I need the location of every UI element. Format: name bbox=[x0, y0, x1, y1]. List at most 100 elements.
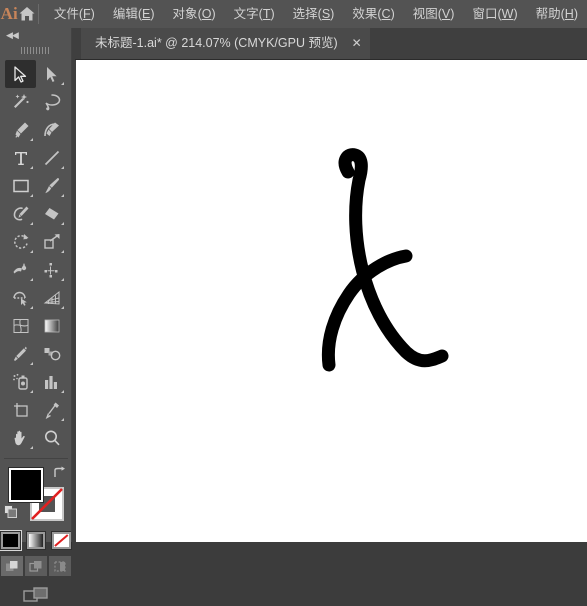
blend-tool[interactable] bbox=[36, 340, 67, 368]
eyedropper-tool[interactable] bbox=[5, 340, 36, 368]
width-tool[interactable] bbox=[5, 256, 36, 284]
zoom-tool[interactable] bbox=[36, 424, 67, 452]
tool-flyout-indicator bbox=[30, 222, 33, 225]
menu-label-object: 对象 bbox=[173, 7, 198, 21]
rectangle-tool[interactable] bbox=[5, 172, 36, 200]
menu-label-type: 文字 bbox=[234, 7, 259, 21]
rotate-tool[interactable] bbox=[5, 228, 36, 256]
menu-item-window[interactable]: 窗口(W) bbox=[463, 2, 526, 26]
menu-label-edit: 编辑 bbox=[113, 7, 138, 21]
tools-panel-grip[interactable] bbox=[0, 42, 72, 58]
lasso-tool[interactable] bbox=[36, 88, 67, 116]
menu-accel-type: T bbox=[263, 7, 271, 21]
menu-accel-select: S bbox=[322, 7, 330, 21]
draw-behind-mode[interactable] bbox=[25, 556, 47, 576]
color-mode-flat[interactable] bbox=[0, 531, 21, 550]
direct-selection-tool[interactable] bbox=[36, 60, 67, 88]
menu-label-view: 视图 bbox=[413, 7, 438, 21]
menu-label-effect: 效果 bbox=[352, 7, 377, 21]
menu-item-help[interactable]: 帮助(H) bbox=[527, 2, 587, 26]
tool-flyout-indicator bbox=[30, 446, 33, 449]
gradient-tool[interactable] bbox=[36, 312, 67, 340]
artwork bbox=[76, 60, 587, 542]
menu-bar: Ai 文件(F) 编辑(E) 对象(O) 文字(T) 选择(S) 效果(C) 视… bbox=[0, 0, 587, 28]
tool-flyout-indicator bbox=[61, 166, 64, 169]
artboard-tool[interactable] bbox=[5, 396, 36, 424]
menu-item-edit[interactable]: 编辑(E) bbox=[104, 2, 164, 26]
tool-flyout-indicator bbox=[30, 306, 33, 309]
menu-item-file[interactable]: 文件(F) bbox=[45, 2, 104, 26]
tool-flyout-indicator bbox=[30, 194, 33, 197]
change-screen-mode-icon[interactable] bbox=[23, 586, 49, 606]
menu-label-help: 帮助 bbox=[536, 7, 561, 21]
magic-wand-tool[interactable] bbox=[5, 88, 36, 116]
paintbrush-tool[interactable] bbox=[36, 172, 67, 200]
tool-flyout-indicator bbox=[61, 82, 64, 85]
document-tab-title: 未标题-1.ai* @ 214.07% (CMYK/GPU 预览) bbox=[95, 28, 338, 59]
tools-panel-header: ◀◀ bbox=[0, 28, 72, 42]
menu-label-file: 文件 bbox=[54, 7, 79, 21]
draw-normal-mode[interactable] bbox=[1, 556, 23, 576]
color-mode-none-swatch bbox=[54, 534, 69, 547]
menu-accel-object: O bbox=[202, 7, 212, 21]
color-mode-none[interactable] bbox=[51, 531, 72, 550]
collapse-panel-icon[interactable]: ◀◀ bbox=[6, 30, 18, 40]
column-graph-tool[interactable] bbox=[36, 368, 67, 396]
eraser-tool[interactable] bbox=[36, 200, 67, 228]
type-tool[interactable] bbox=[5, 144, 36, 172]
menu-item-effect[interactable]: 效果(C) bbox=[343, 2, 403, 26]
tool-flyout-indicator bbox=[61, 250, 64, 253]
shape-builder-tool[interactable] bbox=[5, 284, 36, 312]
close-icon[interactable]: ✕ bbox=[352, 28, 362, 59]
menu-item-select[interactable]: 选择(S) bbox=[284, 2, 344, 26]
fill-stroke-controls bbox=[0, 465, 72, 527]
tools-panel: ◀◀ bbox=[0, 28, 72, 542]
curvature-tool[interactable] bbox=[36, 116, 67, 144]
tool-flyout-indicator bbox=[30, 278, 33, 281]
menu-items: 文件(F) 编辑(E) 对象(O) 文字(T) 选择(S) 效果(C) 视图(V… bbox=[45, 2, 587, 26]
fill-swatch[interactable] bbox=[9, 468, 43, 502]
shaper-tool[interactable] bbox=[5, 200, 36, 228]
tool-flyout-indicator bbox=[30, 362, 33, 365]
perspective-grid-tool[interactable] bbox=[36, 284, 67, 312]
hand-tool[interactable] bbox=[5, 424, 36, 452]
free-transform-tool[interactable] bbox=[36, 256, 67, 284]
color-mode-flat-swatch bbox=[3, 534, 18, 547]
tool-flyout-indicator bbox=[30, 250, 33, 253]
symbol-sprayer-tool[interactable] bbox=[5, 368, 36, 396]
tool-flyout-indicator bbox=[61, 306, 64, 309]
home-icon[interactable] bbox=[18, 0, 36, 28]
menu-item-type[interactable]: 文字(T) bbox=[225, 2, 284, 26]
tool-grid bbox=[0, 60, 72, 452]
tool-flyout-indicator bbox=[61, 222, 64, 225]
screen-mode-row bbox=[0, 586, 72, 606]
menu-item-object[interactable]: 对象(O) bbox=[164, 2, 225, 26]
scale-tool[interactable] bbox=[36, 228, 67, 256]
menu-accel-file: F bbox=[83, 7, 91, 21]
app-logo: Ai bbox=[0, 0, 18, 28]
line-segment-tool[interactable] bbox=[36, 144, 67, 172]
pen-tool[interactable] bbox=[5, 116, 36, 144]
slice-tool[interactable] bbox=[36, 396, 67, 424]
tool-flyout-indicator bbox=[30, 390, 33, 393]
tool-flyout-indicator bbox=[30, 138, 33, 141]
toolbar-separator bbox=[4, 458, 68, 459]
menu-item-view[interactable]: 视图(V) bbox=[404, 2, 464, 26]
mesh-tool[interactable] bbox=[5, 312, 36, 340]
grip-bars bbox=[21, 47, 51, 54]
selection-tool[interactable] bbox=[5, 60, 36, 88]
default-fill-stroke-icon[interactable] bbox=[4, 505, 18, 519]
document-tab[interactable]: 未标题-1.ai* @ 214.07% (CMYK/GPU 预览) ✕ bbox=[81, 28, 370, 59]
menu-label-window: 窗口 bbox=[472, 7, 497, 21]
menu-accel-edit: E bbox=[142, 7, 150, 21]
menu-accel-window: W bbox=[502, 7, 514, 21]
menu-accel-effect: C bbox=[382, 7, 391, 21]
document-tab-bar: 未标题-1.ai* @ 214.07% (CMYK/GPU 预览) ✕ bbox=[75, 28, 587, 60]
color-mode-row bbox=[0, 531, 72, 550]
tool-flyout-indicator bbox=[61, 418, 64, 421]
color-mode-gradient[interactable] bbox=[26, 531, 47, 550]
artboard-canvas[interactable] bbox=[76, 60, 587, 542]
swap-fill-stroke-icon[interactable] bbox=[53, 466, 67, 480]
draw-inside-mode[interactable] bbox=[49, 556, 71, 576]
tool-flyout-indicator bbox=[61, 278, 64, 281]
